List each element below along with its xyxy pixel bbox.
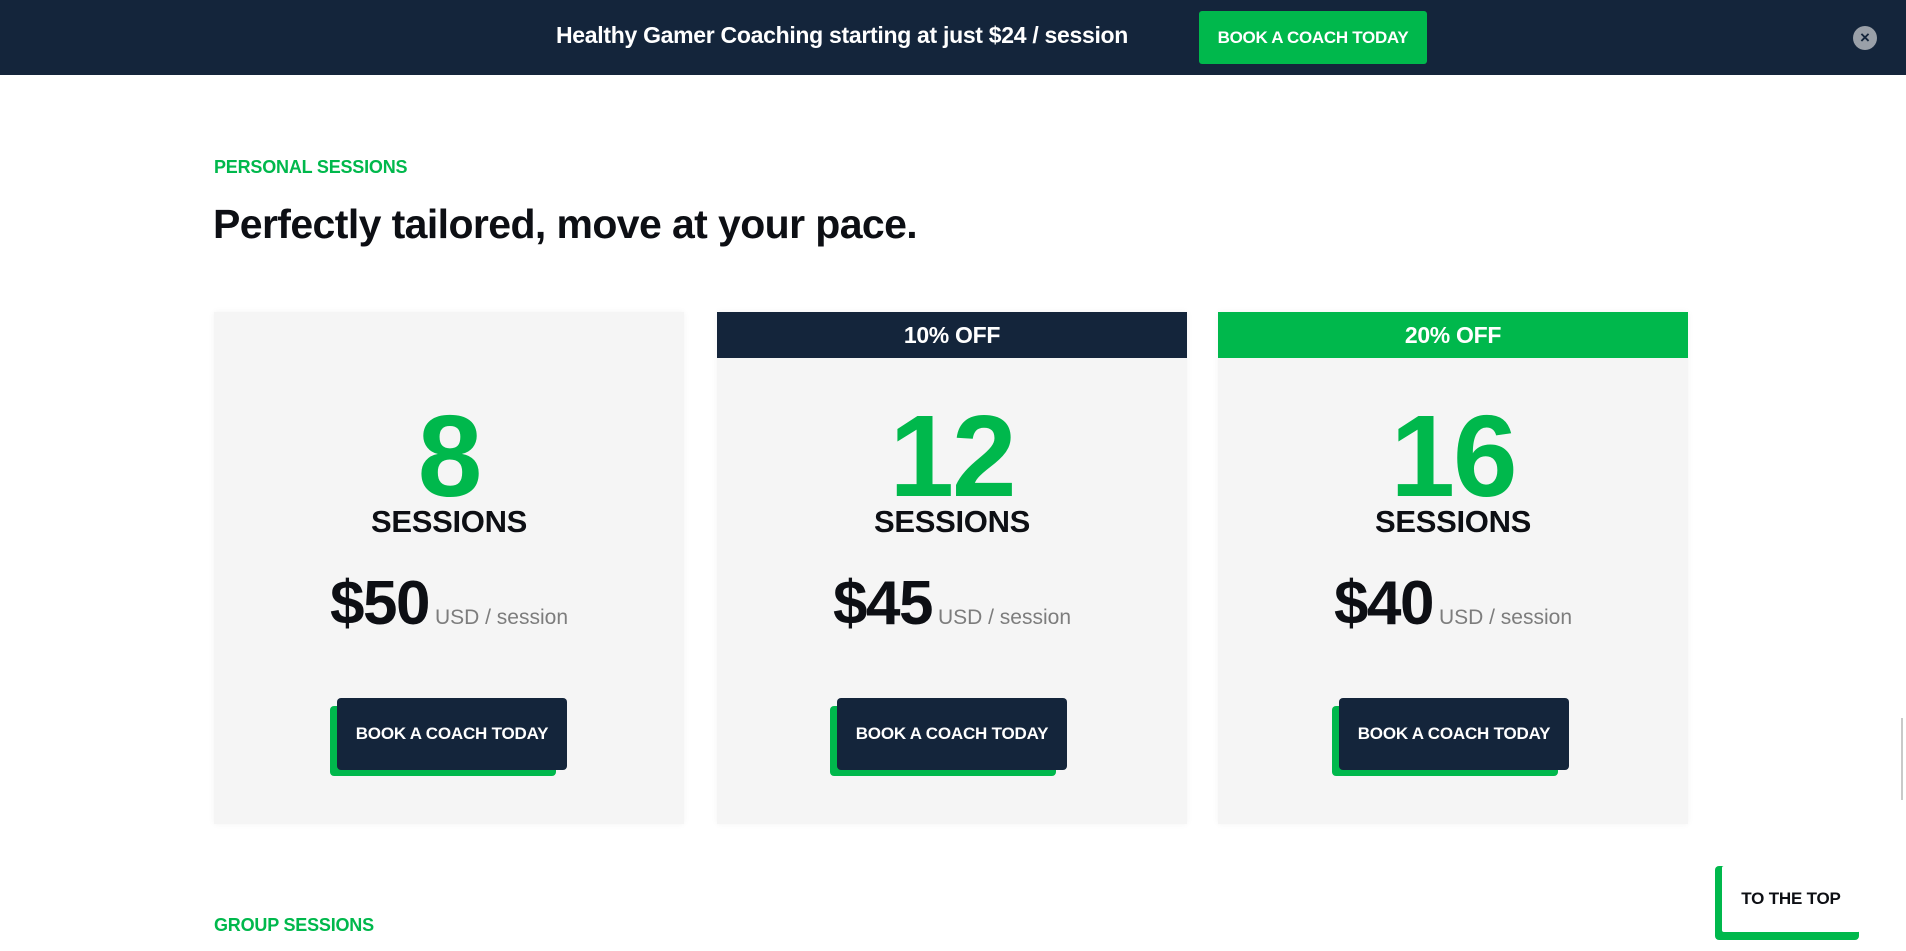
scrollbar-thumb[interactable] xyxy=(1901,718,1903,800)
price-row: $45 USD / session xyxy=(717,568,1187,639)
price-row: $50 USD / session xyxy=(214,568,684,639)
banner-book-coach-button[interactable]: BOOK A COACH TODAY xyxy=(1199,11,1427,64)
session-price: $50 xyxy=(330,569,430,638)
promo-banner: Healthy Gamer Coaching starting at just … xyxy=(0,0,1906,75)
price-row: $40 USD / session xyxy=(1218,568,1688,639)
discount-badge: 10% OFF xyxy=(717,312,1187,358)
price-unit: USD / session xyxy=(937,606,1071,629)
price-unit: USD / session xyxy=(434,606,568,629)
session-count: 8 xyxy=(417,391,483,521)
session-price: $40 xyxy=(1334,569,1434,638)
page-title: Perfectly tailored, move at your pace. xyxy=(213,201,918,247)
personal-sessions-eyebrow: PERSONAL SESSIONS xyxy=(214,157,408,177)
cta-wrapper: BOOK A COACH TODAY xyxy=(1332,698,1569,780)
discount-badge: 20% OFF xyxy=(1218,312,1688,358)
session-count: 12 xyxy=(889,391,1016,521)
promo-banner-text: Healthy Gamer Coaching starting at just … xyxy=(556,22,1129,48)
price-unit: USD / session xyxy=(1438,606,1572,629)
pricing-card-8-sessions: 8 SESSIONS $50 USD / session BOOK A COAC… xyxy=(214,312,684,824)
book-coach-button[interactable]: BOOK A COACH TODAY xyxy=(837,698,1067,770)
group-sessions-eyebrow: GROUP SESSIONS xyxy=(214,915,374,935)
session-unit-label: SESSIONS xyxy=(873,504,1031,539)
to-top-wrapper: TO THE TOP xyxy=(1715,866,1860,940)
book-coach-button[interactable]: BOOK A COACH TODAY xyxy=(337,698,567,770)
session-unit-label: SESSIONS xyxy=(370,504,528,539)
session-count: 16 xyxy=(1390,391,1517,521)
book-coach-button[interactable]: BOOK A COACH TODAY xyxy=(1339,698,1569,770)
cta-wrapper: BOOK A COACH TODAY xyxy=(330,698,567,780)
pricing-card-12-sessions: 10% OFF 12 SESSIONS $45 USD / session BO… xyxy=(717,312,1187,824)
to-the-top-button[interactable]: TO THE TOP xyxy=(1722,866,1860,932)
cta-wrapper: BOOK A COACH TODAY xyxy=(830,698,1067,780)
close-icon[interactable]: × xyxy=(1853,26,1877,50)
session-price: $45 xyxy=(833,569,933,638)
session-unit-label: SESSIONS xyxy=(1374,504,1532,539)
pricing-card-16-sessions: 20% OFF 16 SESSIONS $40 USD / session BO… xyxy=(1218,312,1688,824)
